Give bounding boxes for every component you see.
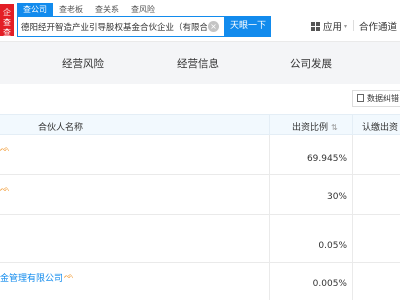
- search-tab-company[interactable]: 查公司: [17, 3, 53, 16]
- header-subscribed-capital: 认缴出资: [362, 123, 399, 133]
- table-header: 合伙人名称 出资比例 ⇅ 认缴出资: [0, 114, 400, 135]
- search-tab-boss[interactable]: 查老板: [53, 3, 89, 16]
- header-ratio-label: 出资比例: [292, 123, 329, 133]
- data-correction-button[interactable]: 数据纠错: [352, 90, 400, 107]
- search-box: ×: [17, 16, 225, 37]
- search-tab-relation[interactable]: 查关系: [89, 3, 125, 16]
- logo-text: 企查查: [3, 8, 11, 36]
- table-row: ᨒ 30%: [0, 175, 400, 215]
- search-button[interactable]: 天眼一下: [225, 16, 271, 37]
- partners-table: 合伙人名称 出资比例⇅ 认缴出资 ᨒ 69.945% ᨒ 30% 0.05%: [0, 114, 400, 300]
- header-divider: [353, 20, 354, 31]
- search-type-tabs: 查公司 查老板 查关系 查风险: [17, 3, 161, 16]
- header-ratio[interactable]: 出资比例 ⇅: [292, 120, 338, 133]
- table-row: ᨒ 69.945%: [0, 135, 400, 175]
- data-correction-label: 数据纠错: [367, 94, 399, 103]
- chevron-down-icon: ▾: [344, 22, 348, 30]
- partner-type-icon: ᨒ: [0, 184, 10, 193]
- partner-type-icon: ᨒ: [0, 144, 10, 153]
- nav-company-development[interactable]: 公司发展: [290, 56, 332, 71]
- clear-icon[interactable]: ×: [208, 21, 219, 32]
- table-row: 0.05%: [0, 215, 400, 263]
- ratio-value: 0.05%: [318, 241, 347, 251]
- site-logo[interactable]: 企查查: [0, 4, 14, 36]
- nav-business-info[interactable]: 经营信息: [177, 56, 219, 71]
- search-tab-risk[interactable]: 查风险: [125, 3, 161, 16]
- partner-name[interactable]: 金管理有限公司: [0, 271, 63, 284]
- ratio-value: 0.005%: [312, 279, 347, 289]
- apps-menu[interactable]: 应用 ▾: [311, 19, 347, 33]
- ratio-value: 69.945%: [306, 154, 347, 164]
- nav-business-risk[interactable]: 经营风险: [62, 56, 104, 71]
- ratio-value: 30%: [326, 192, 347, 202]
- partner-type-icon: ᨒ: [64, 271, 74, 280]
- table-row: 金管理有限公司 ᨒ 0.005%: [0, 263, 400, 300]
- header-partner-name: 合伙人名称: [38, 123, 84, 133]
- search-input[interactable]: [21, 17, 207, 36]
- partner-channel-link[interactable]: 合作通道: [359, 19, 397, 33]
- top-header: 企查查 查公司 查老板 查关系 查风险 × 天眼一下 应用 ▾ 合作通道: [0, 0, 400, 42]
- partners-card: 数据纠错 合伙人名称 出资比例 ⇅ 认缴出资 ᨒ 69.945% ᨒ 30% 0…: [0, 84, 400, 300]
- apps-grid-icon: [311, 21, 320, 31]
- apps-label: 应用: [323, 22, 343, 33]
- sort-icon[interactable]: ⇅: [331, 123, 338, 132]
- edit-icon: [357, 94, 364, 102]
- section-nav: 经营风险 经营信息 公司发展: [0, 50, 400, 76]
